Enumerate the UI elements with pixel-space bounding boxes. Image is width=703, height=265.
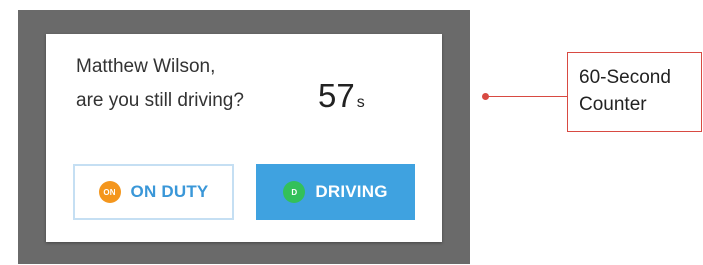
counter-unit: s [356,94,365,111]
countdown-counter: 57 s [318,76,365,116]
question-text: Matthew Wilson, are you still driving? [76,50,244,118]
on-duty-badge-icon: ON [98,181,121,203]
driving-label: DRIVING [315,182,388,201]
driving-badge-icon: D [283,181,306,203]
callout-line-2: Counter [579,94,647,115]
counter-callout: 60-Second Counter [567,52,702,132]
still-driving-dialog: Matthew Wilson, are you still driving? 5… [46,34,442,242]
question-prompt: are you still driving? [76,90,244,111]
driving-button[interactable]: D DRIVING [256,164,415,220]
callout-connector-line [487,96,567,97]
callout-line-1: 60-Second [579,67,671,88]
driver-name: Matthew Wilson, [76,56,216,77]
on-duty-button[interactable]: ON ON DUTY [73,164,234,220]
on-duty-label: ON DUTY [130,182,209,201]
callout-connector-dot [482,93,489,100]
counter-value: 57 [318,77,355,114]
